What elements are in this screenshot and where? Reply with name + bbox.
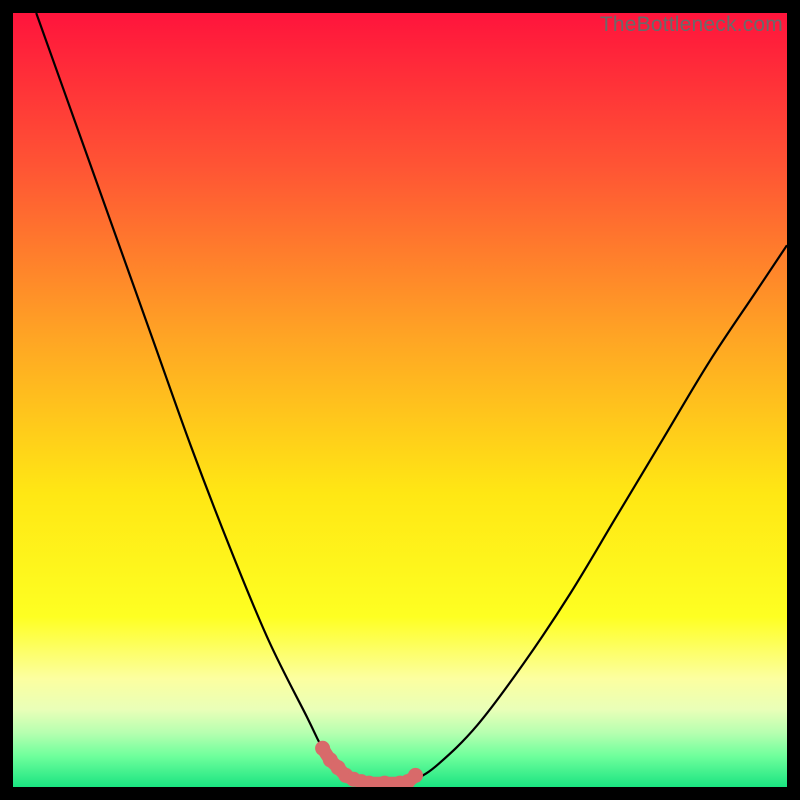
bottleneck-chart xyxy=(13,13,787,787)
chart-frame: TheBottleneck.com xyxy=(13,13,787,787)
watermark-text: TheBottleneck.com xyxy=(600,13,783,37)
optimal-range-dot xyxy=(408,768,423,783)
chart-background xyxy=(13,13,787,787)
